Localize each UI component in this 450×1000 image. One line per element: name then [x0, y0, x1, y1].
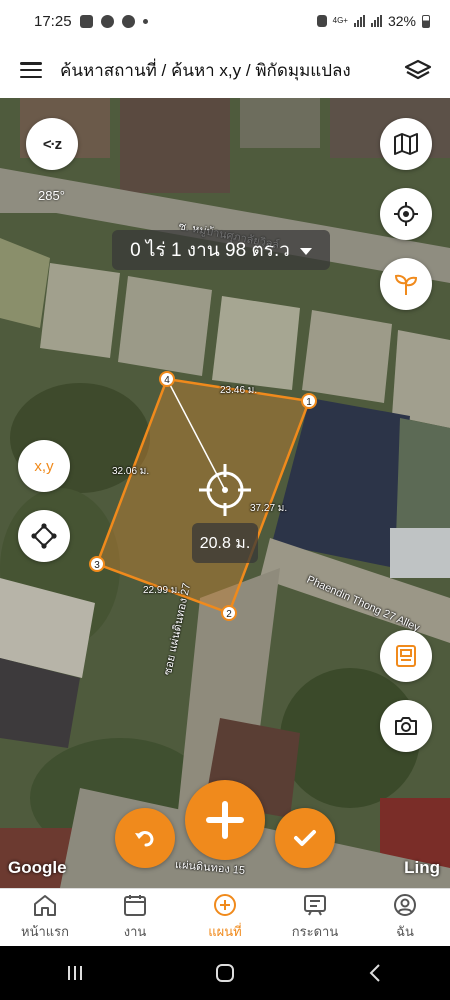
- svg-text:1: 1: [306, 397, 312, 408]
- nav-tasks-label: งาน: [123, 924, 147, 939]
- vertex-2: 2: [221, 605, 237, 621]
- bottom-nav: หน้าแรก งาน แผนที่ กระดาน ฉัน: [0, 888, 450, 946]
- vertex-4: 4: [159, 371, 175, 387]
- nav-tasks[interactable]: งาน: [95, 893, 175, 942]
- heading-label: 285°: [38, 188, 65, 203]
- app-header: ค้นหาสถานที่ / ค้นหา x,y / พิกัดมุมแปลง: [0, 42, 450, 98]
- nav-board[interactable]: กระดาน: [275, 893, 355, 942]
- svg-text:2: 2: [226, 609, 232, 620]
- plus-circle-icon: [214, 894, 236, 916]
- home-system-button[interactable]: [195, 953, 255, 993]
- chevron-down-icon: [299, 248, 312, 255]
- nav-home[interactable]: หน้าแรก: [5, 893, 85, 942]
- xy-button[interactable]: x,y: [18, 440, 70, 492]
- home-icon: [34, 895, 56, 916]
- recent-apps-button[interactable]: [45, 953, 105, 993]
- svg-text:4: 4: [164, 375, 170, 386]
- undo-button[interactable]: [115, 808, 175, 868]
- polygon-vertex-icon: [31, 523, 57, 549]
- menu-icon[interactable]: [20, 62, 42, 78]
- nav-home-label: หน้าแรก: [21, 924, 69, 939]
- recent-apps-icon: [68, 966, 82, 980]
- segment-label-bottom: 22.99 ม.: [143, 585, 181, 596]
- map-icon: [394, 133, 418, 155]
- distance-display: 20.8 ม.: [192, 523, 258, 563]
- camera-button[interactable]: [380, 700, 432, 752]
- nav-profile[interactable]: ฉัน: [365, 893, 445, 942]
- report-icon: [396, 645, 416, 667]
- map-type-button[interactable]: [380, 118, 432, 170]
- map-view[interactable]: 1 2 3 4 ซ. หมู่บ้านศุภาลัยวิลล์ Phaendin…: [0, 98, 450, 888]
- more-notifications-icon: [142, 18, 148, 24]
- segment-label-right: 37.27 ม.: [250, 503, 288, 514]
- layers-icon[interactable]: [404, 58, 432, 82]
- area-display[interactable]: 0 ไร่ 1 งาน 98 ตร.ว: [112, 230, 330, 270]
- board-icon: [304, 895, 326, 916]
- vertex-1: 1: [301, 393, 317, 409]
- system-nav-bar: [0, 946, 450, 1000]
- segment-label-left: 32.06 ม.: [112, 466, 150, 477]
- report-button[interactable]: [380, 630, 432, 682]
- line-app-icon: [121, 14, 135, 28]
- vertex-3: 3: [89, 556, 105, 572]
- home-square-icon: [216, 964, 234, 982]
- signal-icon: [353, 15, 365, 27]
- page-title[interactable]: ค้นหาสถานที่ / ค้นหา x,y / พิกัดมุมแปลง: [60, 57, 404, 84]
- google-attribution: Google: [8, 858, 67, 877]
- compass-button[interactable]: <·z: [26, 118, 78, 170]
- nav-map[interactable]: แผนที่: [185, 893, 265, 942]
- camera-icon: [395, 717, 417, 735]
- nav-board-label: กระดาน: [291, 924, 339, 939]
- nav-map-label: แผนที่: [208, 924, 242, 939]
- user-icon: [394, 894, 416, 916]
- browser-icon: [100, 14, 114, 28]
- polygon-tool-button[interactable]: [18, 510, 70, 562]
- plot-polygon: [95, 377, 311, 615]
- battery-percent: 32%: [387, 13, 416, 29]
- svg-text:3: 3: [94, 560, 100, 571]
- network-type: 4G+: [332, 16, 348, 25]
- gallery-icon: [79, 14, 93, 28]
- confirm-button[interactable]: [275, 808, 335, 868]
- status-bar: 17:25 4G+ 32%: [0, 0, 450, 42]
- compass-icon: <·z: [42, 135, 62, 153]
- add-point-button[interactable]: [185, 780, 265, 860]
- back-button[interactable]: [345, 953, 405, 993]
- ling-attribution: Ling: [404, 858, 440, 877]
- segment-label-top: 23.46 ม.: [220, 385, 258, 396]
- battery-icon: [422, 14, 430, 28]
- my-location-button[interactable]: [380, 188, 432, 240]
- plant-layer-button[interactable]: [380, 258, 432, 310]
- xy-label: x,y: [34, 457, 54, 475]
- area-text: 0 ไร่ 1 งาน 98 ตร.ว: [130, 240, 290, 261]
- location-target-icon: [394, 202, 418, 226]
- sprout-icon: [394, 274, 418, 295]
- signal-icon-2: [370, 15, 382, 27]
- plus-icon: [206, 801, 244, 839]
- lock-icon: [316, 15, 327, 27]
- back-chevron-icon: [369, 964, 380, 982]
- check-icon: [294, 830, 316, 846]
- calendar-icon: [124, 895, 146, 916]
- status-time: 17:25: [34, 12, 72, 30]
- undo-icon: [135, 831, 154, 847]
- nav-profile-label: ฉัน: [396, 924, 414, 939]
